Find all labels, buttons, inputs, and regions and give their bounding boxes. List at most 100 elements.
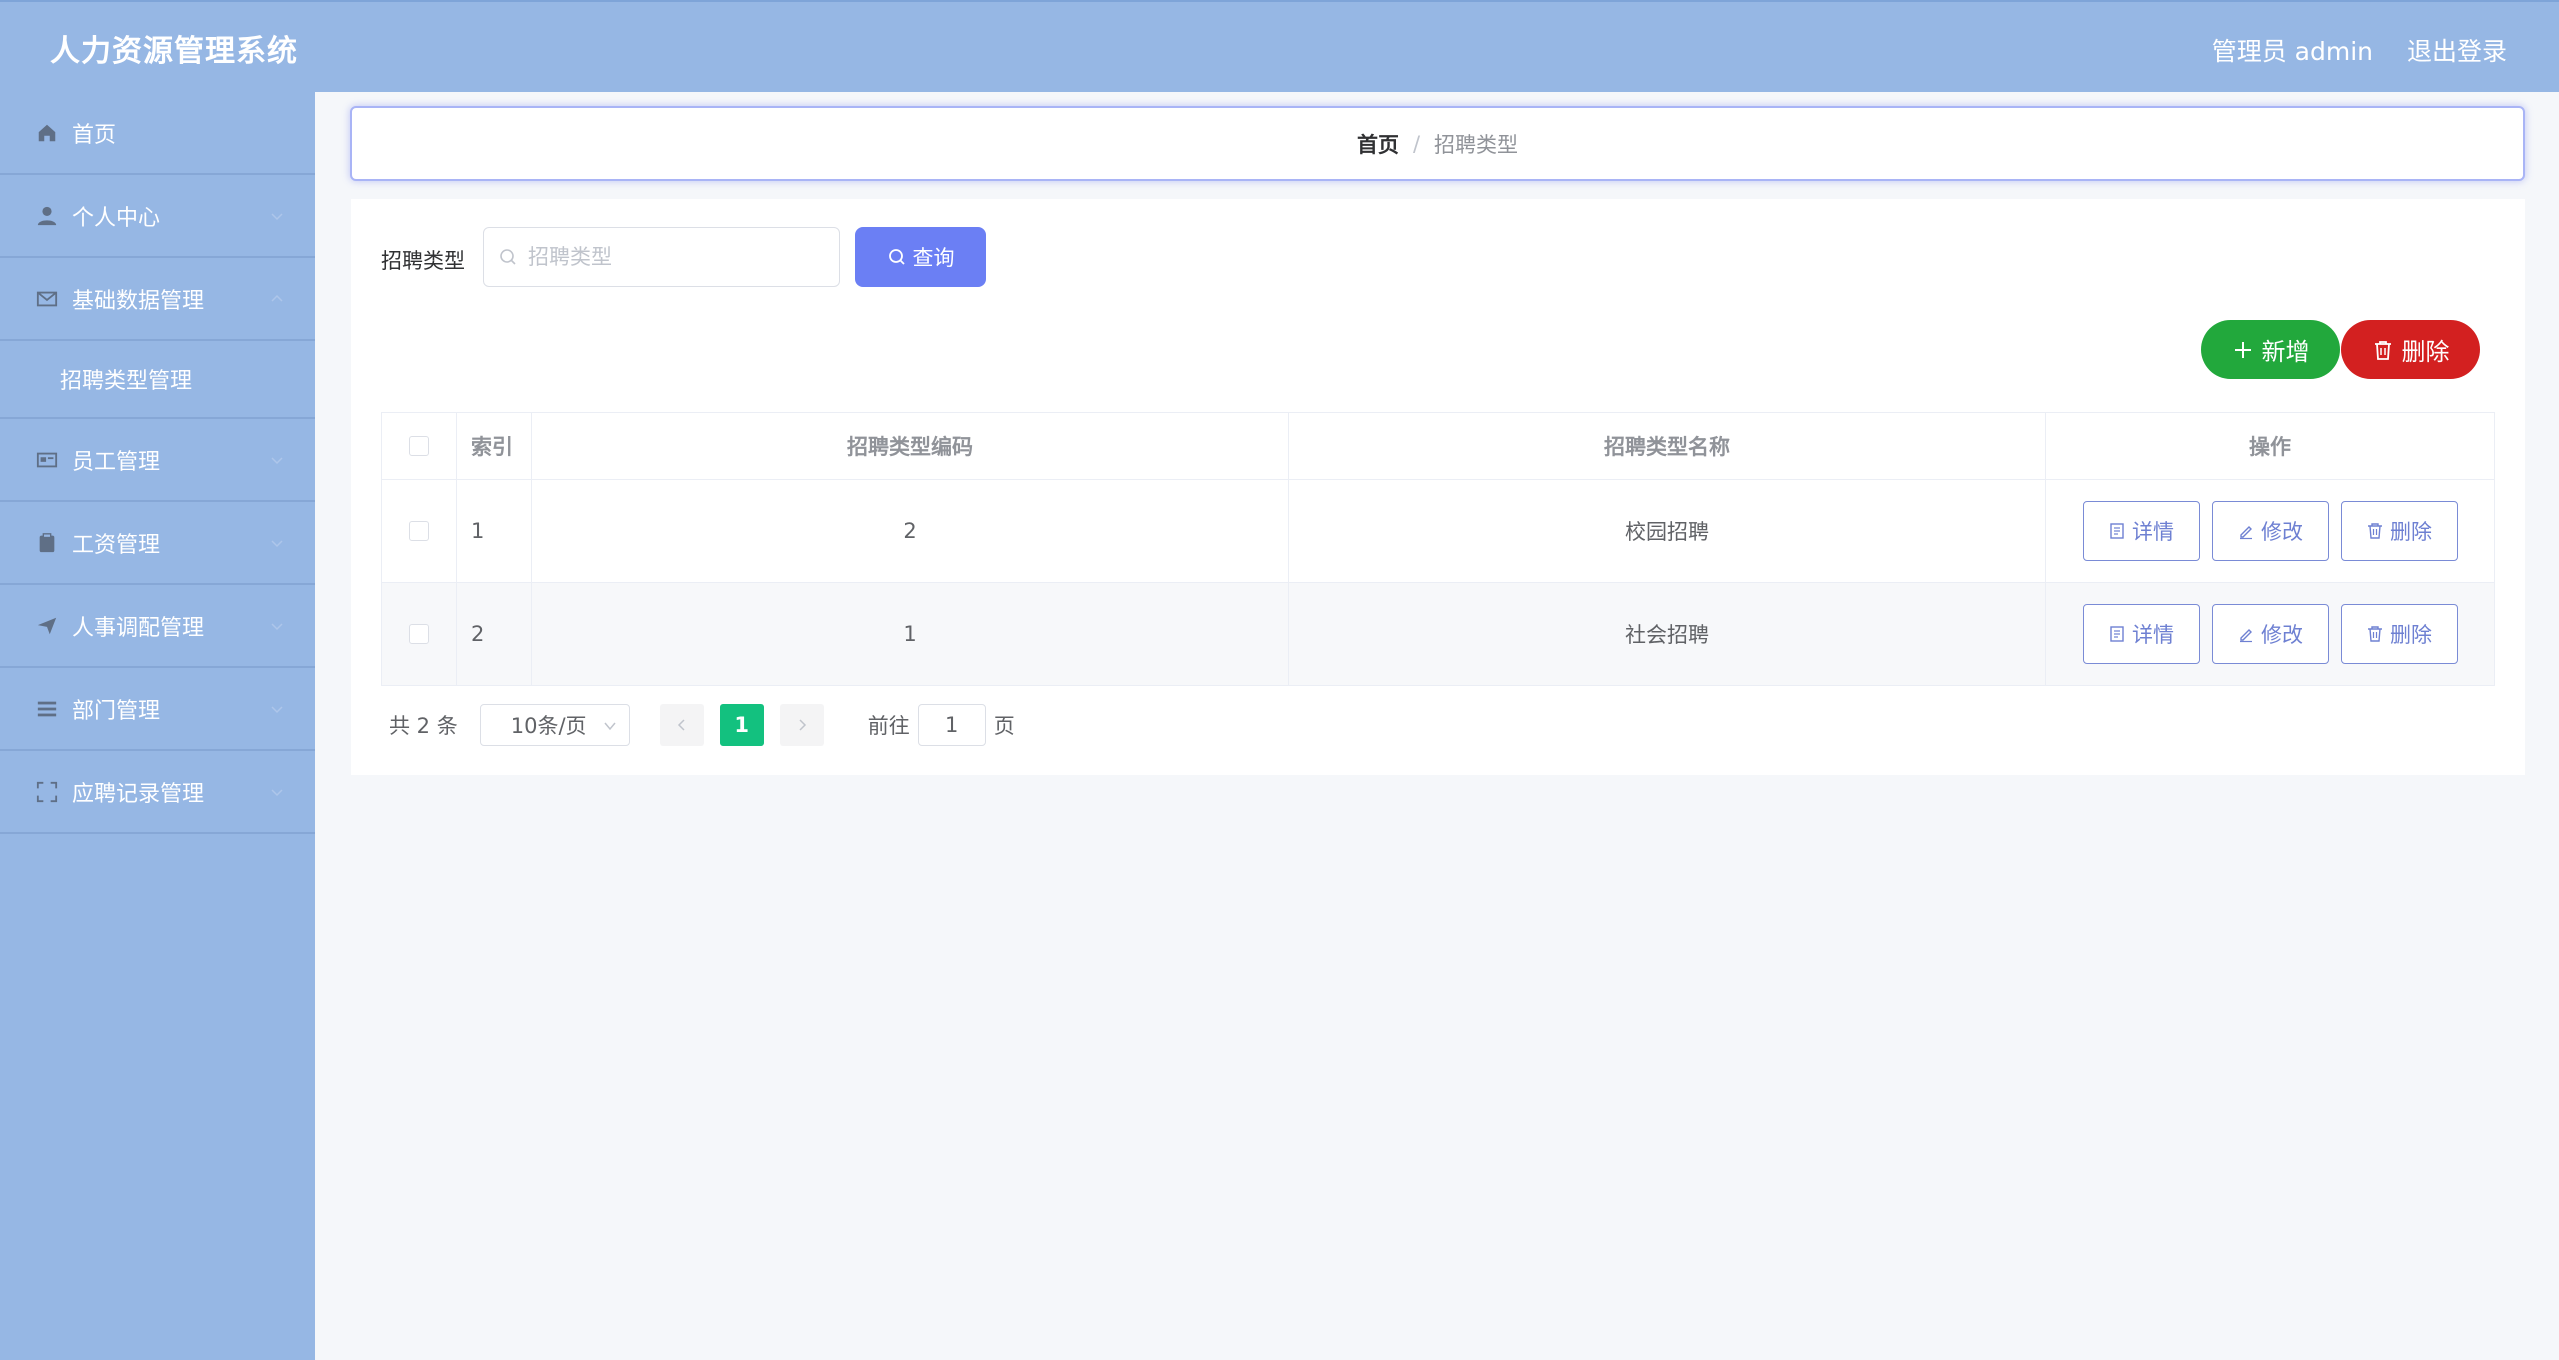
query-button[interactable]: 查询 bbox=[855, 227, 986, 287]
row-delete-button-label: 删除 bbox=[2390, 623, 2432, 647]
cell-ops: 详情 修改 删除 bbox=[2046, 480, 2494, 582]
detail-button-label: 详情 bbox=[2132, 623, 2174, 647]
edit-button-label: 修改 bbox=[2261, 623, 2303, 647]
list-icon bbox=[36, 698, 58, 720]
chevron-left-icon bbox=[677, 719, 685, 731]
detail-button[interactable]: 详情 bbox=[2082, 501, 2200, 561]
sidebar-item-employee[interactable]: 员工管理 bbox=[0, 419, 315, 502]
detail-button-label: 详情 bbox=[2132, 520, 2174, 544]
sidebar-item-profile[interactable]: 个人中心 bbox=[0, 175, 315, 258]
sidebar-item-department[interactable]: 部门管理 bbox=[0, 668, 315, 751]
column-header-index: 索引 bbox=[457, 413, 532, 479]
sidebar-item-application[interactable]: 应聘记录管理 bbox=[0, 751, 315, 834]
top-header: 人力资源管理系统 管理员 admin 退出登录 bbox=[0, 0, 2559, 92]
breadcrumb-current: 招聘类型 bbox=[1434, 132, 1519, 157]
sidebar-item-label: 工资管理 bbox=[72, 532, 161, 558]
document-icon bbox=[2110, 523, 2124, 539]
sidebar-subitem-recruit-type[interactable]: 招聘类型管理 bbox=[0, 341, 315, 419]
column-header-code: 招聘类型编码 bbox=[532, 413, 1289, 479]
column-header-name: 招聘类型名称 bbox=[1289, 413, 2046, 479]
search-icon bbox=[888, 249, 905, 265]
row-delete-button[interactable]: 删除 bbox=[2340, 604, 2458, 664]
header-user-area: 管理员 admin 退出登录 bbox=[2212, 32, 2507, 68]
sidebar-item-label: 部门管理 bbox=[72, 698, 161, 724]
cell-code: 2 bbox=[532, 480, 1289, 582]
next-page-button[interactable] bbox=[779, 704, 824, 746]
plus-icon bbox=[2234, 341, 2251, 358]
row-checkbox[interactable] bbox=[409, 624, 429, 644]
search-icon bbox=[500, 249, 516, 265]
sidebar: 首页 个人中心 基础数据管理 招聘类型管理 员工管理 工资管理 人事调配管理 部… bbox=[0, 92, 315, 1360]
detail-button[interactable]: 详情 bbox=[2082, 604, 2200, 664]
home-icon bbox=[36, 122, 58, 144]
chevron-down-icon bbox=[269, 205, 285, 221]
sidebar-item-label: 基础数据管理 bbox=[72, 288, 205, 314]
sidebar-item-salary[interactable]: 工资管理 bbox=[0, 502, 315, 585]
search-label: 招聘类型 bbox=[381, 249, 465, 273]
sidebar-item-label: 首页 bbox=[72, 122, 117, 148]
search-field[interactable] bbox=[483, 227, 840, 287]
breadcrumb-separator: / bbox=[1412, 131, 1421, 156]
goto-page-input[interactable] bbox=[917, 704, 986, 746]
sidebar-item-home[interactable]: 首页 bbox=[0, 92, 315, 175]
chevron-down-icon bbox=[269, 615, 285, 631]
send-icon bbox=[36, 615, 58, 637]
add-button-label: 新增 bbox=[2261, 338, 2310, 366]
cell-name: 校园招聘 bbox=[1289, 480, 2046, 582]
edit-button[interactable]: 修改 bbox=[2211, 501, 2329, 561]
page-size-select[interactable]: 10条/页 bbox=[479, 704, 630, 746]
goto-label: 前往 bbox=[867, 714, 910, 738]
user-icon bbox=[36, 205, 58, 227]
cell-index: 2 bbox=[457, 583, 532, 685]
sidebar-item-basic-data[interactable]: 基础数据管理 bbox=[0, 258, 315, 341]
column-header-ops: 操作 bbox=[2249, 435, 2291, 459]
page-unit-label: 页 bbox=[993, 714, 1015, 738]
cell-ops: 详情 修改 删除 bbox=[2046, 583, 2494, 685]
row-checkbox[interactable] bbox=[409, 521, 429, 541]
edit-button[interactable]: 修改 bbox=[2211, 604, 2329, 664]
batch-delete-button[interactable]: 删除 bbox=[2341, 320, 2480, 379]
row-delete-button-label: 删除 bbox=[2390, 520, 2432, 544]
search-input[interactable] bbox=[526, 244, 830, 270]
sidebar-item-label: 应聘记录管理 bbox=[72, 781, 205, 807]
sidebar-item-label: 人事调配管理 bbox=[72, 615, 205, 641]
logout-link[interactable]: 退出登录 bbox=[2407, 32, 2507, 68]
cell-index: 1 bbox=[457, 480, 532, 582]
app-title: 人力资源管理系统 bbox=[50, 34, 298, 69]
document-icon bbox=[2110, 626, 2124, 642]
mail-icon bbox=[36, 288, 58, 310]
table-row: 2 1 社会招聘 详情 修改 删除 bbox=[382, 583, 2494, 685]
trash-icon bbox=[2368, 523, 2382, 539]
breadcrumb-home[interactable]: 首页 bbox=[1357, 129, 1399, 159]
edit-icon bbox=[2240, 526, 2252, 540]
chevron-down-icon bbox=[269, 532, 285, 548]
query-button-label: 查询 bbox=[912, 246, 955, 270]
trash-icon bbox=[2374, 340, 2391, 360]
edit-button-label: 修改 bbox=[2261, 520, 2303, 544]
pagination-total: 共 2 条 bbox=[389, 714, 458, 738]
add-button[interactable]: 新增 bbox=[2201, 320, 2340, 379]
current-user[interactable]: 管理员 admin bbox=[2212, 32, 2373, 68]
clipboard-icon bbox=[36, 532, 58, 554]
prev-page-button[interactable] bbox=[659, 704, 704, 746]
page-size-value: 10条/页 bbox=[510, 714, 587, 738]
table-header-row: 索引 招聘类型编码 招聘类型名称 操作 bbox=[382, 413, 2494, 480]
cell-code: 1 bbox=[532, 583, 1289, 685]
data-table: 索引 招聘类型编码 招聘类型名称 操作 1 2 校园招聘 详情 修改 删除 2 … bbox=[381, 412, 2495, 686]
id-card-icon bbox=[36, 449, 58, 471]
cell-name: 社会招聘 bbox=[1289, 583, 2046, 685]
chevron-up-icon bbox=[269, 288, 285, 304]
scan-icon bbox=[36, 781, 58, 803]
table-row: 1 2 校园招聘 详情 修改 删除 bbox=[382, 480, 2494, 583]
page-number-current[interactable]: 1 bbox=[719, 704, 764, 746]
row-delete-button[interactable]: 删除 bbox=[2340, 501, 2458, 561]
sidebar-item-transfer[interactable]: 人事调配管理 bbox=[0, 585, 315, 668]
trash-icon bbox=[2368, 626, 2382, 642]
sidebar-item-label: 个人中心 bbox=[72, 205, 161, 231]
select-all-checkbox[interactable] bbox=[409, 436, 429, 456]
chevron-right-icon bbox=[799, 719, 806, 731]
chevron-down-icon bbox=[269, 449, 285, 465]
main-content: 招聘类型 查询 新增 删除 索引 招聘类型编码 招聘类型名称 操作 1 2 校园… bbox=[351, 199, 2525, 775]
chevron-down-icon bbox=[604, 722, 616, 731]
pagination: 共 2 条 10条/页 1 前往 页 bbox=[389, 704, 1015, 746]
